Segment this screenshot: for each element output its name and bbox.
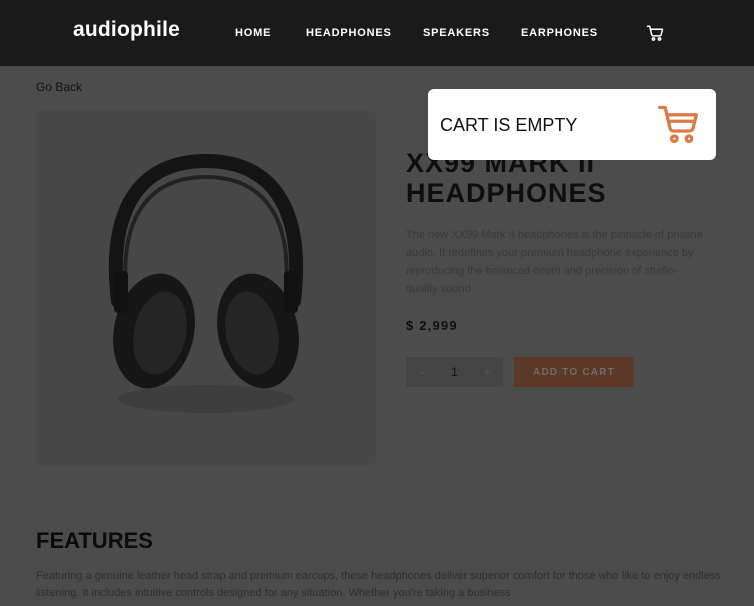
quantity-stepper: - 1 + [406, 357, 503, 387]
nav-item-headphones[interactable]: HEADPHONES [306, 27, 392, 39]
nav-item-speakers[interactable]: SPEAKERS [423, 27, 490, 39]
product-title-line-2: HEADPHONES [406, 178, 607, 208]
cart-popup: CART IS EMPTY [428, 89, 716, 160]
cart-icon [656, 102, 700, 146]
quantity-value: 1 [451, 365, 458, 379]
headphones-image [108, 153, 304, 413]
features-text: Featuring a genuine leather head strap a… [36, 570, 721, 599]
product-price: $ 2,999 [406, 318, 458, 333]
decrement-button[interactable]: - [406, 365, 438, 379]
nav-item-earphones[interactable]: EARPHONES [521, 27, 598, 39]
product-description: The new XX99 Mark II headphones is the p… [406, 229, 703, 295]
go-back-link[interactable]: Go Back [36, 80, 82, 94]
product-image-card [36, 111, 376, 465]
features-heading: FEATURES [36, 528, 153, 553]
new-product-overline: N [406, 118, 420, 129]
nav-item-home[interactable]: HOME [235, 27, 271, 39]
increment-button[interactable]: + [471, 365, 503, 379]
brand-logo[interactable]: audiophile [73, 18, 180, 42]
cart-icon[interactable] [646, 24, 664, 42]
cart-empty-message: CART IS EMPTY [440, 115, 578, 135]
add-to-cart-button[interactable]: ADD TO CART [514, 357, 634, 387]
navbar: audiophile HOME HEADPHONES SPEAKERS EARP… [0, 0, 754, 67]
